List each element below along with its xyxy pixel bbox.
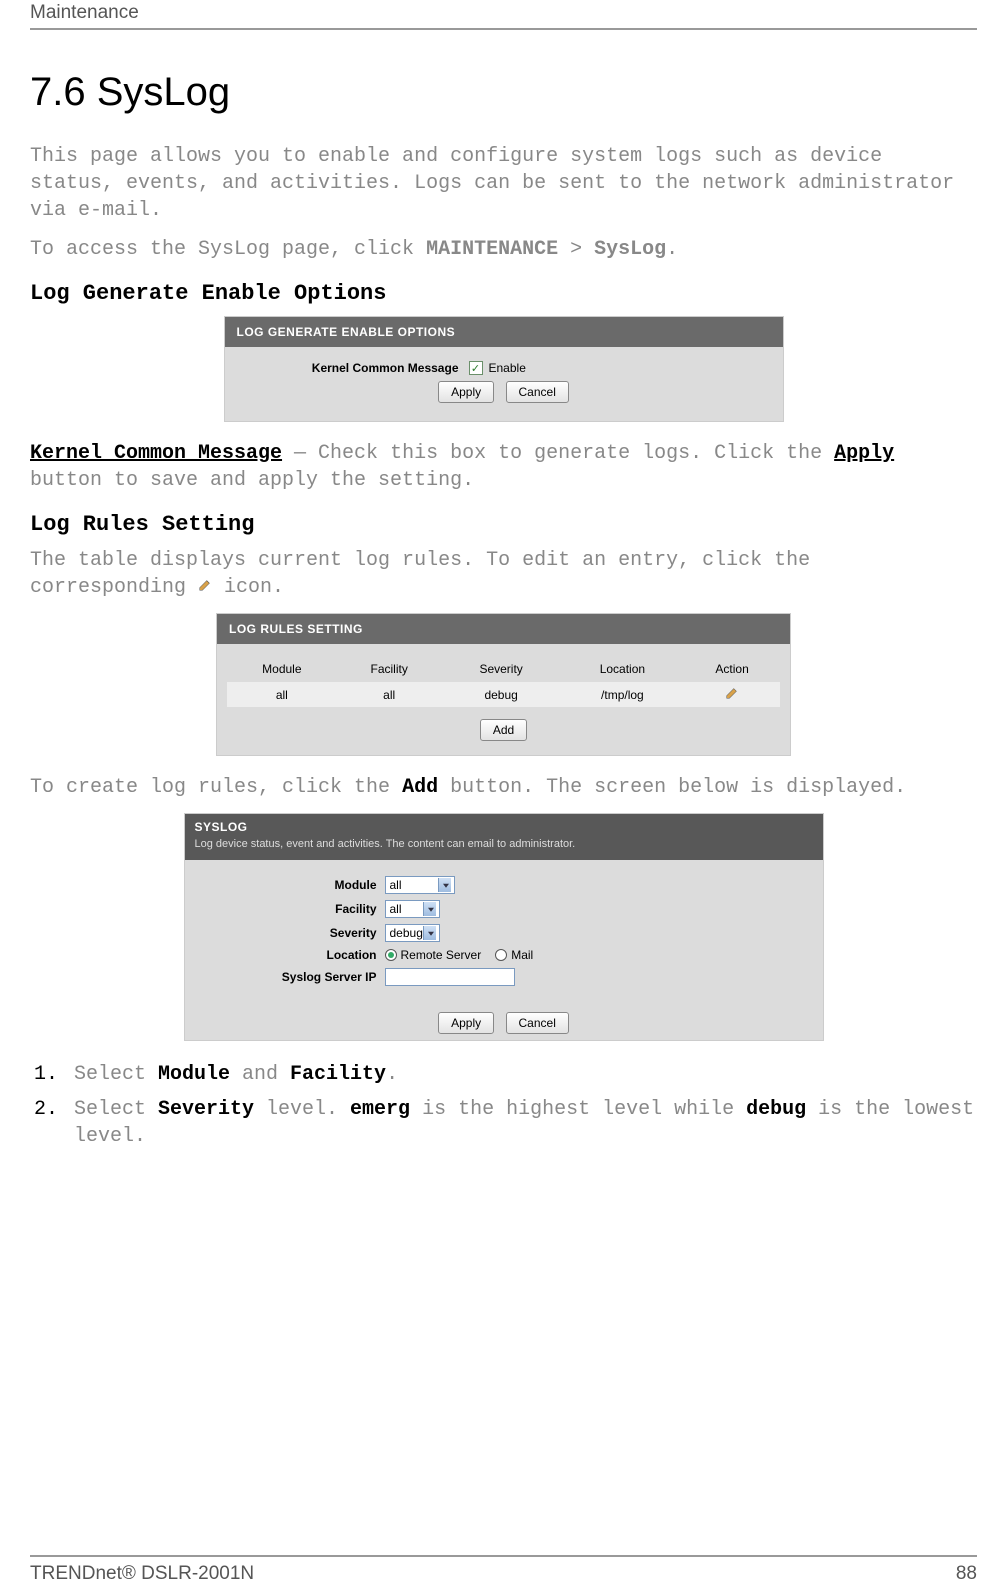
facility-value: all <box>390 902 402 916</box>
severity-label: Severity <box>195 926 385 940</box>
location-label: Location <box>195 948 385 962</box>
location-mail-label: Mail <box>511 948 533 962</box>
panel-title: LOG GENERATE ENABLE OPTIONS <box>225 317 783 347</box>
steps-list: Select Module and Facility. Select Sever… <box>70 1061 977 1150</box>
panel-title: LOG RULES SETTING <box>217 614 790 644</box>
intro-paragraph-2: To access the SysLog page, click MAINTEN… <box>30 236 977 263</box>
log-generate-panel: LOG GENERATE ENABLE OPTIONS Kernel Commo… <box>224 316 784 422</box>
text: and <box>230 1063 290 1086</box>
kernel-message-description: Kernel Common Message — Check this box t… <box>30 440 977 494</box>
running-header: Maintenance <box>30 0 977 30</box>
facility-select[interactable]: all <box>385 900 440 918</box>
module-label: Module <box>195 878 385 892</box>
syslog-cancel-button[interactable]: Cancel <box>506 1012 569 1034</box>
text: button to save and apply the setting. <box>30 469 474 492</box>
log-rules-intro: The table displays current log rules. To… <box>30 547 977 601</box>
cell-action <box>684 682 780 707</box>
text: icon. <box>212 576 284 599</box>
syslog-apply-button[interactable]: Apply <box>438 1012 494 1034</box>
text: level. <box>254 1098 350 1121</box>
text-bold: Kernel Common Message <box>30 442 282 465</box>
page-footer: TRENDnet® DSLR-2001N 88 <box>30 1555 977 1585</box>
text: To access the SysLog page, click <box>30 238 426 261</box>
col-module: Module <box>227 656 337 682</box>
text: — Check this box to generate logs. Click… <box>282 442 834 465</box>
table-row: all all debug /tmp/log <box>227 682 780 707</box>
cancel-button[interactable]: Cancel <box>506 381 569 403</box>
log-rules-table: Module Facility Severity Location Action… <box>227 656 780 707</box>
create-rules-text: To create log rules, click the Add butto… <box>30 774 977 801</box>
cell-severity: debug <box>442 682 561 707</box>
text-bold: Module <box>158 1063 230 1086</box>
text: > <box>558 238 594 261</box>
col-action: Action <box>684 656 780 682</box>
syslog-panel: SYSLOG Log device status, event and acti… <box>184 813 824 1041</box>
text: Select <box>74 1098 158 1121</box>
severity-value: debug <box>390 926 423 940</box>
location-remote-label: Remote Server <box>401 948 482 962</box>
text-bold: emerg <box>350 1098 410 1121</box>
text: To create log rules, click the <box>30 776 402 799</box>
page-title: 7.6 SysLog <box>30 70 977 115</box>
location-mail-radio[interactable] <box>495 949 507 961</box>
step-1: Select Module and Facility. <box>70 1061 977 1088</box>
text-bold: Severity <box>158 1098 254 1121</box>
location-remote-radio[interactable] <box>385 949 397 961</box>
text: The table displays current log rules. To… <box>30 549 810 599</box>
text: Select <box>74 1063 158 1086</box>
text: button. The screen below is displayed. <box>438 776 906 799</box>
edit-icon[interactable] <box>725 686 739 703</box>
col-facility: Facility <box>337 656 442 682</box>
server-ip-input[interactable] <box>385 968 515 986</box>
enable-checkbox[interactable]: ✓ <box>469 361 483 375</box>
col-severity: Severity <box>442 656 561 682</box>
syslog-title: SYSLOG <box>195 820 813 834</box>
text: . <box>666 238 678 261</box>
module-select[interactable]: all <box>385 876 455 894</box>
breadcrumb-maintenance: MAINTENANCE <box>426 238 558 261</box>
text-bold: Add <box>402 776 438 799</box>
server-ip-label: Syslog Server IP <box>195 970 385 984</box>
apply-button[interactable]: Apply <box>438 381 494 403</box>
cell-location: /tmp/log <box>561 682 685 707</box>
enable-label: Enable <box>489 361 526 375</box>
breadcrumb-syslog: SysLog <box>594 238 666 261</box>
text-bold: Facility <box>290 1063 386 1086</box>
footer-page-number: 88 <box>956 1563 977 1585</box>
severity-select[interactable]: debug <box>385 924 440 942</box>
add-button[interactable]: Add <box>480 719 527 741</box>
heading-log-generate: Log Generate Enable Options <box>30 281 977 306</box>
table-header-row: Module Facility Severity Location Action <box>227 656 780 682</box>
footer-product: TRENDnet® DSLR-2001N <box>30 1563 254 1585</box>
step-2: Select Severity level. emerg is the high… <box>70 1096 977 1150</box>
log-rules-panel: LOG RULES SETTING Module Facility Severi… <box>216 613 791 756</box>
module-value: all <box>390 878 402 892</box>
cell-module: all <box>227 682 337 707</box>
text-bold: debug <box>746 1098 806 1121</box>
kernel-common-message-label: Kernel Common Message <box>239 361 469 375</box>
text-bold: Apply <box>834 442 894 465</box>
text: is the highest level while <box>410 1098 746 1121</box>
cell-facility: all <box>337 682 442 707</box>
syslog-description: Log device status, event and activities.… <box>195 838 813 850</box>
pencil-icon <box>198 574 212 601</box>
col-location: Location <box>561 656 685 682</box>
intro-paragraph-1: This page allows you to enable and confi… <box>30 143 977 224</box>
heading-log-rules: Log Rules Setting <box>30 512 977 537</box>
facility-label: Facility <box>195 902 385 916</box>
text: . <box>386 1063 398 1086</box>
